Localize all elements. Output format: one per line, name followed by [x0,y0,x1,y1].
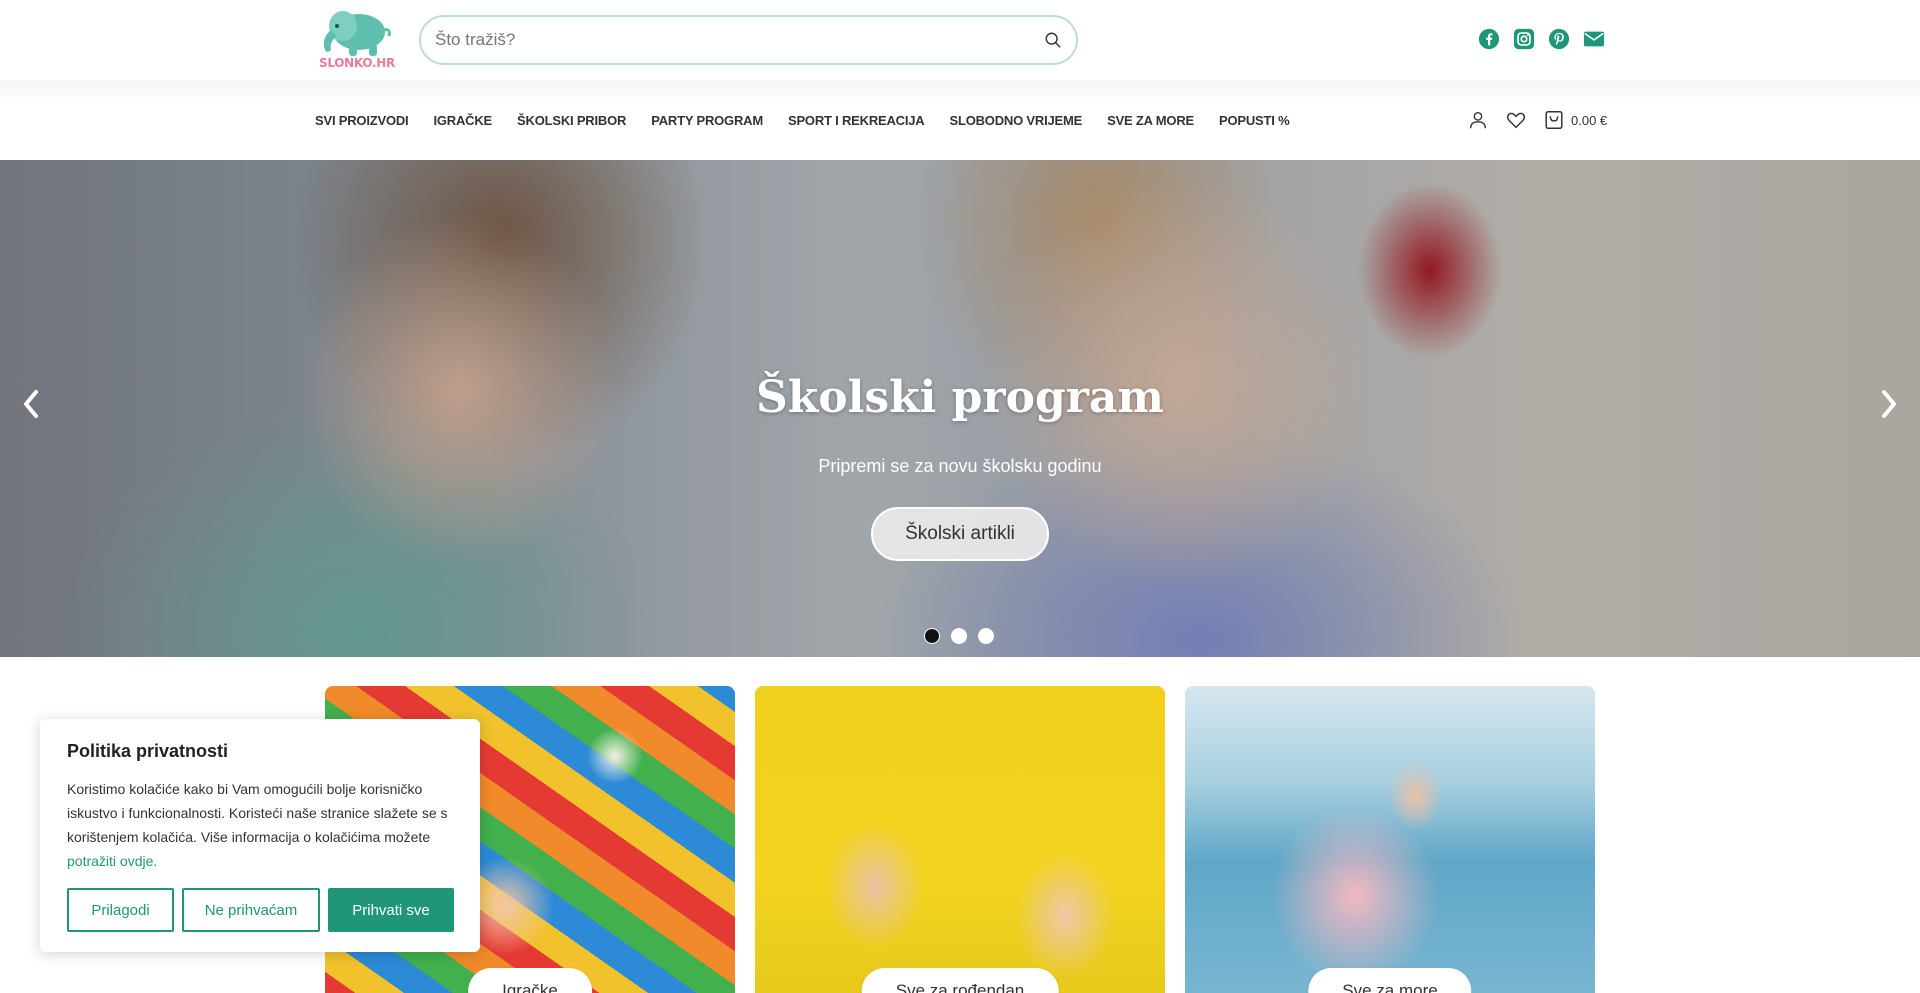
top-bar: SLONKO.HR [0,0,1920,80]
cart-button[interactable]: 0.00 € [1543,109,1607,131]
logo-text: SLONKO.HR [319,56,395,70]
search-box[interactable] [419,15,1078,65]
pinterest-icon[interactable] [1548,28,1570,50]
main-navigation-bar: SVI PROIZVODI IGRAČKE ŠKOLSKI PRIBOR PAR… [0,80,1920,160]
cookie-consent-dialog: Politika privatnosti Koristimo kolačiće … [40,719,480,952]
hero-title: Školski program [756,372,1164,423]
slider-dot-3[interactable] [978,628,994,644]
instagram-icon[interactable] [1513,28,1535,50]
cookie-body: Koristimo kolačiće kako bi Vam omogućili… [67,781,448,845]
category-label[interactable]: Sve za more [1308,968,1472,993]
category-label[interactable]: Sve za rođendan [861,968,1059,993]
cart-total: 0.00 € [1571,112,1608,128]
category-tile-sve-za-rodendan[interactable]: Sve za rođendan [755,686,1165,993]
nav-item-popusti[interactable]: POPUSTI % [1219,113,1290,128]
hero-subtitle: Pripremi se za novu školsku godinu [818,456,1102,476]
email-icon[interactable] [1583,28,1605,50]
cookie-accept-all-button[interactable]: Prihvati sve [328,888,454,932]
main-menu: SVI PROIZVODI IGRAČKE ŠKOLSKI PRIBOR PAR… [315,80,1290,160]
logo[interactable]: SLONKO.HR [313,8,401,74]
nav-item-svi-proizvodi[interactable]: SVI PROIZVODI [315,113,409,128]
wishlist-heart-icon[interactable] [1505,109,1527,131]
facebook-icon[interactable] [1478,28,1500,50]
user-account-icon[interactable] [1467,109,1489,131]
shopping-bag-icon [1545,111,1563,129]
cookie-customize-button[interactable]: Prilagodi [67,888,174,932]
hero-slider: Školski program Pripremi se za novu škol… [0,160,1920,657]
cookie-policy-link[interactable]: potražiti ovdje. [67,853,157,869]
hero-cta-button[interactable]: Školski artikli [871,507,1049,561]
elephant-logo-icon [323,11,391,56]
nav-item-skolski-pribor[interactable]: ŠKOLSKI PRIBOR [517,113,626,128]
slider-dots [924,628,994,644]
slider-dot-1[interactable] [924,628,940,644]
social-links [1478,28,1605,50]
header-tools: 0.00 € [1467,108,1607,132]
slider-dot-2[interactable] [951,628,967,644]
search-input[interactable] [435,17,1015,63]
cookie-buttons: Prilagodi Ne prihvaćam Prihvati sve [67,888,454,932]
cookie-decline-button[interactable]: Ne prihvaćam [182,888,320,932]
nav-item-igracke[interactable]: IGRAČKE [433,113,492,128]
nav-item-slobodno-vrijeme[interactable]: SLOBODNO VRIJEME [950,113,1083,128]
nav-item-party-program[interactable]: PARTY PROGRAM [651,113,763,128]
nav-item-sve-za-more[interactable]: SVE ZA MORE [1107,113,1194,128]
cookie-text: Koristimo kolačiće kako bi Vam omogućili… [67,777,462,873]
category-tile-sve-za-more[interactable]: Sve za more [1185,686,1595,993]
search-icon[interactable] [1044,31,1062,49]
nav-item-sport-i-rekreacija[interactable]: SPORT I REKREACIJA [788,113,925,128]
category-label[interactable]: Igračke [468,968,592,993]
cookie-title: Politika privatnosti [67,741,229,761]
